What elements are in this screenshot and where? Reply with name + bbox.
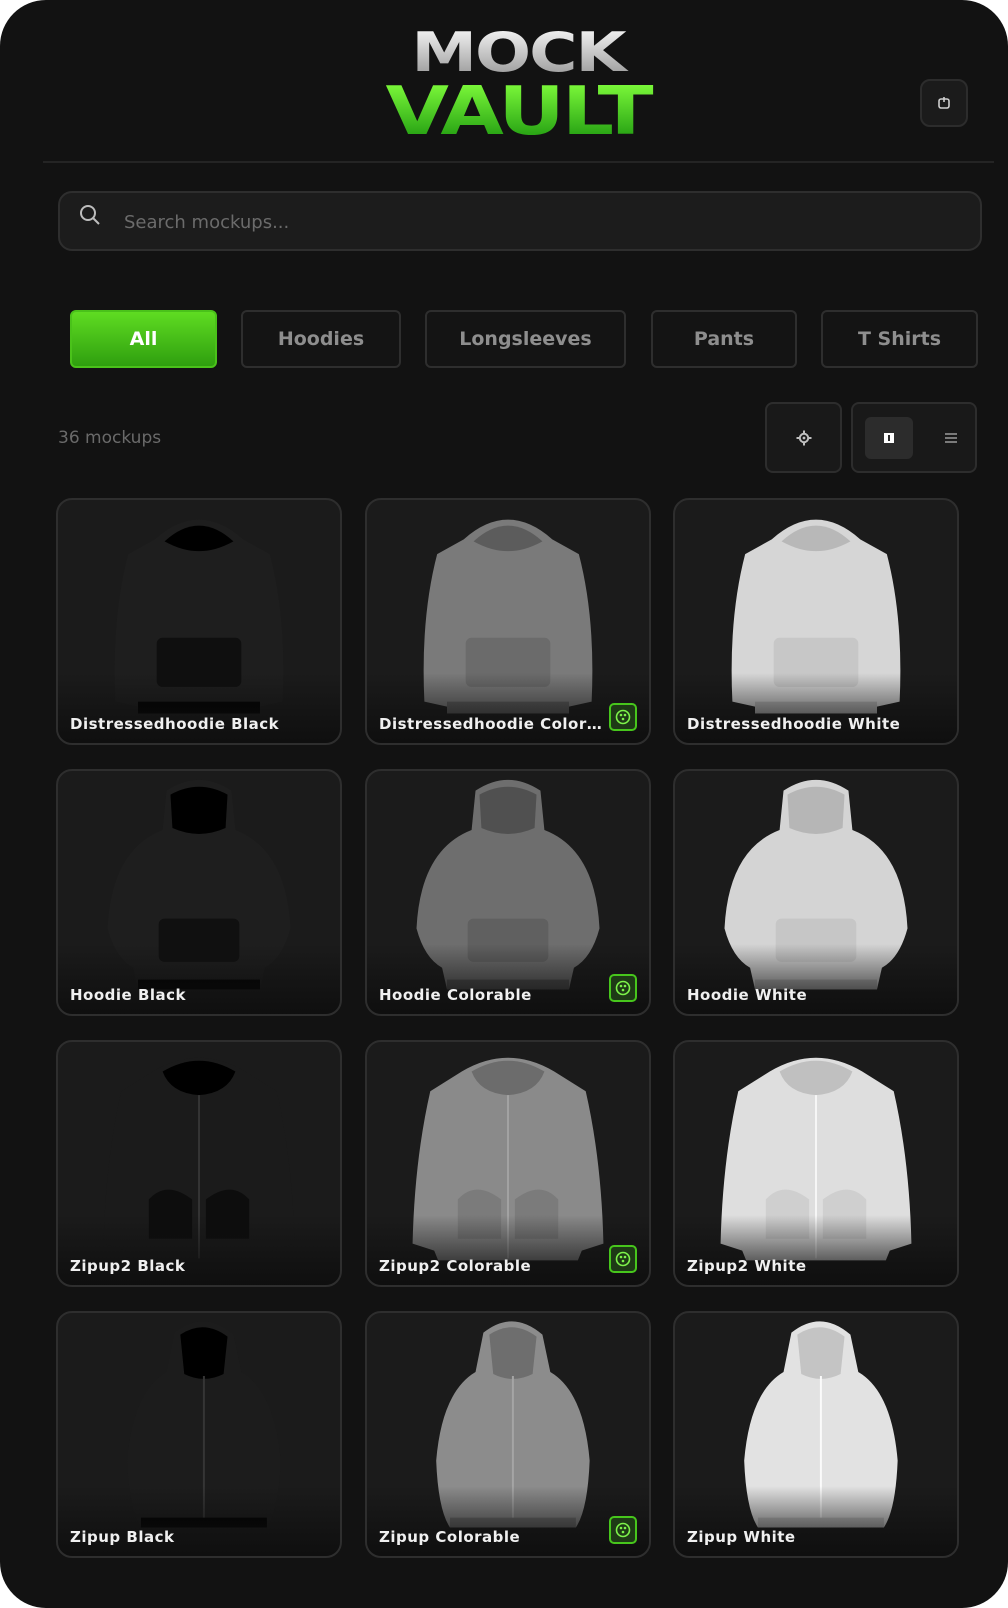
mockup-title: Zipup2 Black	[70, 1257, 186, 1275]
mockup-card[interactable]: Zipup Colorable	[365, 1311, 651, 1558]
mockup-card[interactable]: Distressedhoodie White	[673, 498, 959, 745]
mockup-title: Distressedhoodie Black	[70, 715, 280, 733]
mockup-card[interactable]: Zipup2 White	[673, 1040, 959, 1287]
palette-icon	[609, 703, 637, 731]
mockup-title: Zipup Colorable	[379, 1528, 521, 1546]
mockup-card[interactable]: Zipup2 Colorable	[365, 1040, 651, 1287]
app-window: MOCK VAULT All Hoodies Longsleeves Pants…	[0, 0, 1008, 1608]
mockup-title: Zipup Black	[70, 1528, 175, 1546]
mockup-title: Distressedhoodie Colorable	[379, 715, 605, 733]
mockup-card[interactable]: Distressedhoodie Colorable	[365, 498, 651, 745]
mockup-title: Hoodie Colorable	[379, 986, 532, 1004]
mockup-card[interactable]: Zipup Black	[56, 1311, 342, 1558]
mockup-title: Hoodie Black	[70, 986, 187, 1004]
mockup-card[interactable]: Distressedhoodie Black	[56, 498, 342, 745]
mockup-title: Hoodie White	[687, 986, 808, 1004]
mockup-card[interactable]: Hoodie Colorable	[365, 769, 651, 1016]
palette-icon	[609, 974, 637, 1002]
mockup-grid: Distressedhoodie Black Distressedhoodie C…	[0, 0, 1008, 1608]
palette-icon	[609, 1245, 637, 1273]
mockup-card[interactable]: Hoodie White	[673, 769, 959, 1016]
mockup-card[interactable]: Zipup2 Black	[56, 1040, 342, 1287]
mockup-card[interactable]: Zipup White	[673, 1311, 959, 1558]
mockup-title: Zipup2 White	[687, 1257, 807, 1275]
mockup-title: Distressedhoodie White	[687, 715, 901, 733]
palette-icon	[609, 1516, 637, 1544]
mockup-card[interactable]: Hoodie Black	[56, 769, 342, 1016]
mockup-title: Zipup2 Colorable	[379, 1257, 532, 1275]
mockup-title: Zipup White	[687, 1528, 796, 1546]
